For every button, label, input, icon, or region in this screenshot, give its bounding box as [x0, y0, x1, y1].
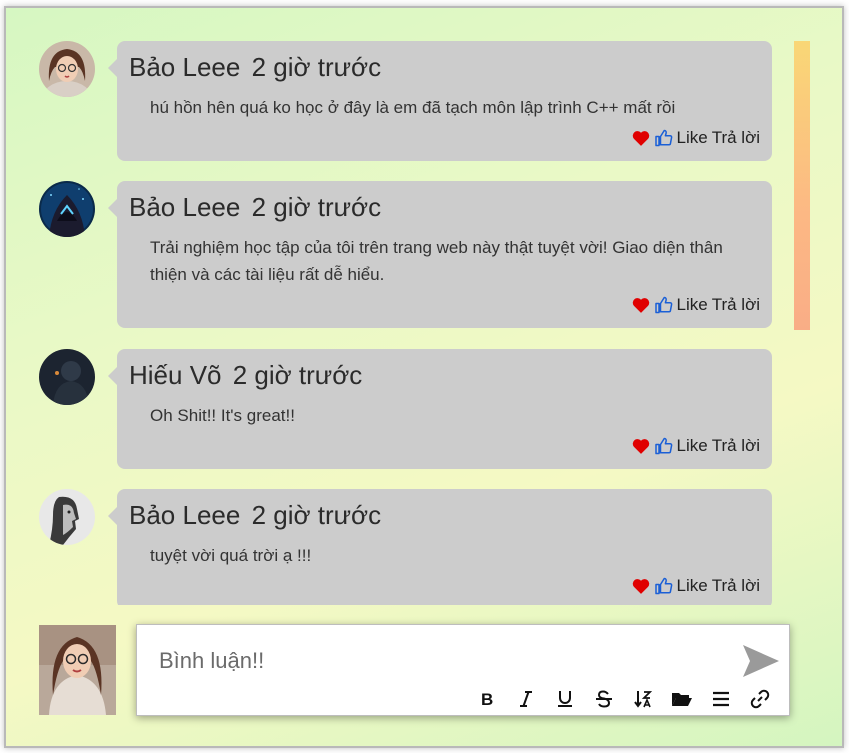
- comment-text: hú hồn hên quá ko học ở đây là em đã tạc…: [150, 98, 676, 117]
- comment-panel: Bảo Leee 2 giờ trước hú hồn hên quá ko h…: [4, 6, 844, 748]
- sort-icon[interactable]: [623, 687, 662, 711]
- like-button[interactable]: Like: [677, 128, 708, 148]
- folder-icon[interactable]: [662, 687, 701, 711]
- comment-actions: Like Trả lời: [129, 127, 760, 149]
- reply-button[interactable]: Trả lời: [712, 295, 760, 315]
- comment-text: Trải nghiệm học tập của tôi trên trang w…: [150, 238, 723, 284]
- reply-button[interactable]: Trả lời: [712, 128, 760, 148]
- comment-text: tuyệt vời quá trời ạ !!!: [150, 546, 312, 565]
- italic-icon[interactable]: [506, 687, 545, 711]
- thumbs-up-icon[interactable]: [654, 577, 673, 595]
- svg-text:B: B: [481, 691, 493, 707]
- list-icon[interactable]: [701, 687, 740, 711]
- heart-icon[interactable]: [632, 578, 650, 594]
- bold-icon[interactable]: B: [467, 687, 506, 711]
- man-profile-avatar[interactable]: [39, 489, 95, 545]
- comment-bubble: Bảo Leee 2 giờ trước tuyệt vời quá trời …: [108, 489, 772, 605]
- comment-actions: Like Trả lời: [129, 294, 760, 316]
- comment-bubble: Bảo Leee 2 giờ trước Trải nghiệm học tập…: [108, 181, 772, 328]
- comment-time: 2 giờ trước: [251, 52, 382, 82]
- thumbs-up-icon[interactable]: [654, 129, 673, 147]
- comment-bubble: Hiếu Võ 2 giờ trước Oh Shit!! It's great…: [108, 349, 772, 469]
- heart-icon[interactable]: [632, 297, 650, 313]
- like-button[interactable]: Like: [677, 436, 708, 456]
- comment-bubble: Bảo Leee 2 giờ trước hú hồn hên quá ko h…: [108, 41, 772, 161]
- comment-author[interactable]: Bảo Leee: [129, 500, 240, 530]
- current-user-avatar: [39, 625, 116, 715]
- comment-author[interactable]: Bảo Leee: [129, 52, 240, 82]
- like-button[interactable]: Like: [677, 295, 708, 315]
- comment-actions: Like Trả lời: [129, 435, 760, 457]
- link-icon[interactable]: [740, 687, 779, 711]
- send-icon[interactable]: [741, 643, 781, 679]
- comment-text: Oh Shit!! It's great!!: [150, 406, 295, 425]
- strikethrough-icon[interactable]: [584, 687, 623, 711]
- reply-button[interactable]: Trả lời: [712, 576, 760, 596]
- thumbs-up-icon[interactable]: [654, 437, 673, 455]
- underline-icon[interactable]: [545, 687, 584, 711]
- comment-time: 2 giờ trước: [232, 360, 363, 390]
- comment-list[interactable]: Bảo Leee 2 giờ trước hú hồn hên quá ko h…: [6, 8, 806, 605]
- heart-icon[interactable]: [632, 438, 650, 454]
- comment-time: 2 giờ trước: [251, 192, 382, 222]
- comment-input[interactable]: [159, 645, 719, 677]
- comment-author[interactable]: Hiếu Võ: [129, 360, 222, 390]
- reply-button[interactable]: Trả lời: [712, 436, 760, 456]
- comment-actions: Like Trả lời: [129, 575, 760, 597]
- comment-time: 2 giờ trước: [251, 500, 382, 530]
- comment-author[interactable]: Bảo Leee: [129, 192, 240, 222]
- scrollbar[interactable]: [794, 41, 810, 330]
- woman-glasses-avatar[interactable]: [39, 41, 95, 97]
- comment-composer: B: [136, 624, 790, 716]
- heart-icon[interactable]: [632, 130, 650, 146]
- thumbs-up-icon[interactable]: [654, 296, 673, 314]
- hooded-figure-avatar[interactable]: [39, 181, 95, 237]
- dark-portrait-avatar[interactable]: [39, 349, 95, 405]
- formatting-toolbar: B: [467, 687, 779, 711]
- like-button[interactable]: Like: [677, 576, 708, 596]
